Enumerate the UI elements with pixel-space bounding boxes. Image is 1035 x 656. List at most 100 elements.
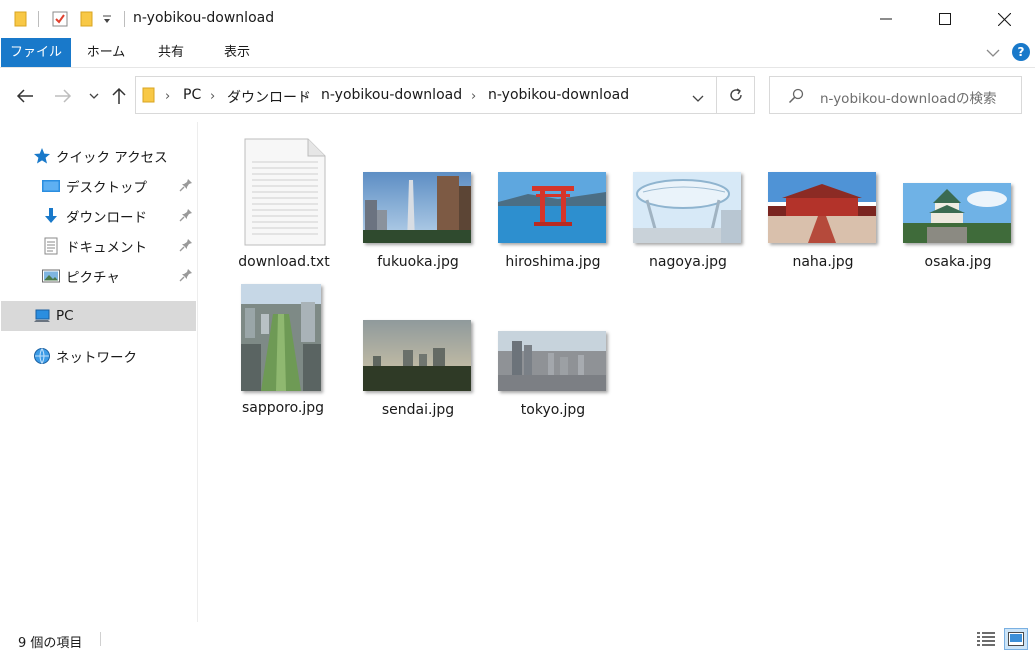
breadcrumb-separator-icon[interactable]: ›: [471, 89, 476, 104]
file-item[interactable]: naha.jpg: [768, 172, 878, 278]
toolbar-separator: [124, 11, 125, 27]
picture-icon: [42, 269, 60, 283]
image-thumbnail: [498, 172, 606, 243]
file-item[interactable]: sendai.jpg: [363, 320, 473, 424]
breadcrumb-separator-icon[interactable]: ›: [210, 89, 215, 104]
sidebar-item-label: ネットワーク: [56, 350, 137, 366]
sidebar-item-downloads[interactable]: ダウンロード: [1, 201, 196, 231]
desktop-icon: [42, 180, 60, 192]
image-thumbnail: [363, 172, 471, 243]
file-name: naha.jpg: [792, 254, 854, 270]
new-folder-icon[interactable]: [78, 9, 96, 29]
search-placeholder: n-yobikou-downloadの検索: [820, 91, 997, 107]
details-view-icon[interactable]: [977, 631, 995, 651]
sidebar-item-pictures[interactable]: ピクチャ: [1, 261, 196, 291]
tab-file[interactable]: ファイル: [1, 38, 71, 67]
pin-icon[interactable]: [179, 268, 193, 282]
network-icon: [34, 348, 50, 364]
breadcrumb-pc[interactable]: PC: [183, 87, 201, 103]
file-name: fukuoka.jpg: [377, 254, 459, 270]
sidebar-item-label: デスクトップ: [66, 180, 147, 196]
customize-dropdown-icon[interactable]: [100, 9, 114, 29]
recent-locations-icon[interactable]: [86, 86, 102, 106]
tab-view[interactable]: 表示: [210, 38, 264, 67]
back-arrow-icon[interactable]: [14, 86, 36, 106]
file-name: nagoya.jpg: [649, 254, 727, 270]
breadcrumb-folder-1[interactable]: n-yobikou-download: [321, 87, 462, 103]
image-thumbnail: [768, 172, 876, 243]
text-document-icon: [244, 138, 326, 246]
tab-home[interactable]: ホーム: [78, 38, 134, 67]
title-bar: n-yobikou-download: [0, 0, 1035, 38]
image-thumbnail: [903, 183, 1011, 243]
sidebar-item-desktop[interactable]: デスクトップ: [1, 171, 196, 201]
file-explorer-window: n-yobikou-download ファイル ホーム 共有 表示 ? › PC…: [0, 0, 1035, 656]
image-thumbnail: [633, 172, 741, 243]
pin-icon[interactable]: [179, 238, 193, 252]
breadcrumb-downloads[interactable]: ダウンロード: [227, 87, 311, 107]
tab-share[interactable]: 共有: [146, 38, 196, 67]
large-icons-view-icon: [1008, 632, 1024, 646]
help-icon[interactable]: ?: [1012, 43, 1030, 61]
address-bar[interactable]: › PC › ダウンロード › n-yobikou-download › n-y…: [135, 76, 717, 114]
navigation-pane: クイック アクセス デスクトップ ダウンロード ドキュメント ピクチャ PC ネ…: [0, 122, 198, 622]
breadcrumb-separator-icon[interactable]: ›: [304, 89, 309, 104]
ribbon-tabs: ファイル ホーム 共有 表示 ?: [0, 38, 1035, 68]
file-item[interactable]: fukuoka.jpg: [363, 172, 473, 278]
sidebar-item-documents[interactable]: ドキュメント: [1, 231, 196, 261]
file-name: tokyo.jpg: [520, 402, 586, 418]
file-list: download.txt fukuoka.jpg hiroshima.jpg n…: [199, 122, 1035, 622]
window-title: n-yobikou-download: [133, 10, 275, 26]
refresh-button[interactable]: [717, 76, 755, 114]
file-item[interactable]: hiroshima.jpg: [498, 172, 608, 278]
file-name: download.txt: [238, 254, 330, 270]
pc-icon: [34, 309, 50, 322]
toolbar-separator: [38, 11, 39, 27]
file-item[interactable]: tokyo.jpg: [498, 331, 608, 424]
status-bar: 9 個の項目: [0, 622, 1035, 656]
breadcrumb-folder-2[interactable]: n-yobikou-download: [488, 87, 629, 103]
pin-icon[interactable]: [179, 208, 193, 222]
file-item[interactable]: osaka.jpg: [903, 183, 1013, 278]
search-icon: [788, 88, 804, 108]
close-button[interactable]: [975, 0, 1033, 38]
large-icons-view-button[interactable]: [1004, 628, 1028, 650]
sidebar-item-quick-access[interactable]: クイック アクセス: [1, 141, 196, 171]
item-count: 9 個の項目: [18, 636, 83, 651]
address-history-dropdown-icon[interactable]: [692, 91, 704, 107]
image-thumbnail: [498, 331, 606, 391]
sidebar-item-label: ドキュメント: [66, 240, 147, 256]
status-separator: [100, 632, 101, 646]
refresh-icon: [729, 88, 742, 101]
pin-icon[interactable]: [179, 178, 193, 192]
search-box[interactable]: n-yobikou-downloadの検索: [769, 76, 1022, 114]
folder-icon: [142, 87, 155, 107]
file-name: osaka.jpg: [924, 254, 992, 270]
breadcrumb-separator-icon: ›: [165, 89, 171, 104]
sidebar-item-label: PC: [56, 308, 74, 324]
minimize-button[interactable]: [857, 0, 915, 38]
sidebar-item-pc[interactable]: PC: [1, 301, 196, 331]
up-arrow-icon[interactable]: [109, 86, 129, 106]
maximize-button[interactable]: [916, 0, 974, 38]
download-arrow-icon: [45, 208, 57, 223]
file-name: sendai.jpg: [381, 402, 455, 418]
file-item[interactable]: sapporo.jpg: [228, 284, 338, 424]
document-icon: [44, 237, 58, 255]
file-name: sapporo.jpg: [241, 400, 325, 416]
sidebar-item-network[interactable]: ネットワーク: [1, 341, 196, 371]
properties-icon[interactable]: [50, 9, 70, 29]
image-thumbnail: [363, 320, 471, 391]
file-name: hiroshima.jpg: [505, 254, 601, 270]
image-thumbnail: [241, 284, 321, 391]
expand-ribbon-icon[interactable]: [986, 46, 1000, 62]
sidebar-item-label: ピクチャ: [66, 270, 120, 286]
file-item[interactable]: nagoya.jpg: [633, 172, 743, 278]
file-item[interactable]: download.txt: [229, 138, 339, 278]
navigation-bar: › PC › ダウンロード › n-yobikou-download › n-y…: [0, 68, 1035, 122]
folder-icon: [12, 9, 30, 29]
sidebar-item-label: クイック アクセス: [56, 150, 168, 166]
forward-arrow-icon[interactable]: [52, 86, 74, 106]
sidebar-item-label: ダウンロード: [66, 210, 147, 226]
star-icon: [34, 148, 50, 164]
